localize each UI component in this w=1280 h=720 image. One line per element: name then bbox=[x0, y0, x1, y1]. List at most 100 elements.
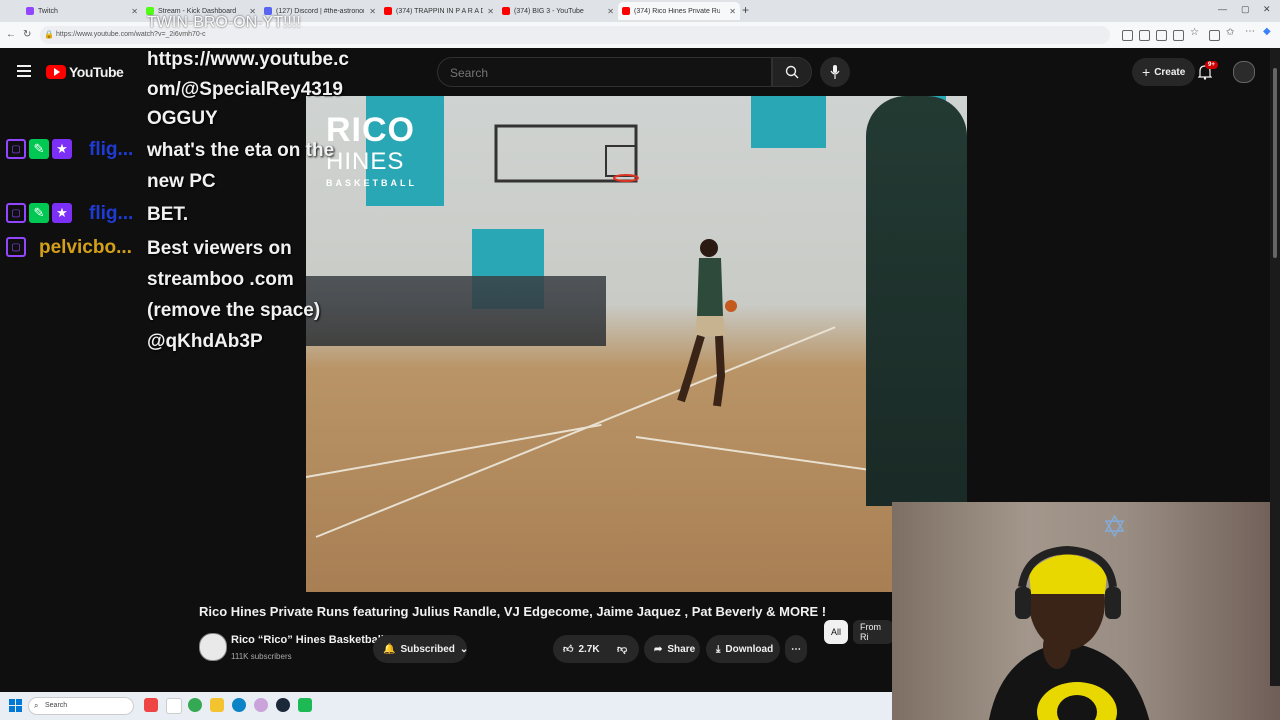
account-avatar[interactable] bbox=[1233, 61, 1255, 83]
settings-app-icon[interactable] bbox=[254, 698, 268, 712]
windows-start-icon[interactable] bbox=[9, 699, 22, 712]
more-actions-button[interactable]: ⋯ bbox=[785, 635, 807, 663]
create-button[interactable]: + Create bbox=[1132, 58, 1196, 86]
search-icon: ⌕ bbox=[34, 701, 39, 710]
download-button[interactable]: ⤓ Download bbox=[706, 635, 780, 663]
taskbar-search-placeholder: Search bbox=[45, 702, 68, 709]
tab-label: (374) Rico Hines Private Run... bbox=[634, 7, 720, 15]
video-player[interactable]: RICO HINES BASKETBALL bbox=[306, 96, 967, 592]
search-icon bbox=[785, 65, 799, 79]
office-app-icon[interactable] bbox=[144, 698, 158, 712]
filter-chip-all[interactable]: All bbox=[824, 620, 849, 644]
rico-hines-watermark: RICO HINES BASKETBALL bbox=[326, 111, 417, 188]
close-tab-icon[interactable]: ✕ bbox=[487, 7, 494, 16]
read-aloud-icon[interactable] bbox=[1173, 30, 1184, 41]
chat-message-line: @qKhdAb3P bbox=[147, 331, 263, 352]
star-badge-icon: ★ bbox=[52, 203, 72, 223]
file-explorer-icon[interactable] bbox=[210, 698, 224, 712]
close-tab-icon[interactable]: ✕ bbox=[131, 7, 138, 16]
zoom-icon[interactable] bbox=[1156, 30, 1167, 41]
dislike-button[interactable]: 👎︎ bbox=[607, 635, 639, 663]
share-button[interactable]: ➦ Share bbox=[644, 635, 700, 663]
subscriber-count: 111K subscribers bbox=[231, 652, 292, 661]
foreground-person bbox=[866, 96, 967, 506]
youtube-favicon-icon bbox=[384, 7, 392, 15]
chat-username: pelvicbo... bbox=[39, 237, 132, 258]
youtube-favicon-icon bbox=[622, 7, 630, 15]
page-scrollbar[interactable] bbox=[1270, 48, 1280, 686]
video-title: Rico Hines Private Runs featuring Julius… bbox=[199, 604, 827, 619]
chat-message-line: om/@SpecialRey4319 bbox=[147, 79, 343, 100]
chat-message-line: Best viewers on bbox=[147, 238, 292, 259]
green-app-icon[interactable] bbox=[298, 698, 312, 712]
twitch-badge-icon: ▢ bbox=[6, 139, 26, 159]
refresh-icon[interactable]: ↻ bbox=[23, 29, 31, 40]
twitch-badge-icon: ▢ bbox=[6, 237, 26, 257]
split-screen-icon[interactable] bbox=[1209, 30, 1220, 41]
filter-chip-from-channel[interactable]: From Ri bbox=[853, 620, 893, 644]
spectators bbox=[306, 276, 606, 346]
browser-tab-twitch[interactable]: Twitch ✕ bbox=[22, 2, 142, 20]
chat-message-line: new PC bbox=[147, 171, 216, 192]
like-button[interactable]: 👍︎ 2.7K bbox=[553, 635, 607, 663]
new-tab-button[interactable]: + bbox=[742, 3, 749, 17]
chat-badges: ▢ ✎ ★ bbox=[6, 139, 72, 159]
chat-badges: ▢ bbox=[6, 237, 26, 257]
google-app-icon[interactable] bbox=[166, 698, 182, 714]
close-tab-icon[interactable]: ✕ bbox=[607, 7, 614, 16]
wall-panel bbox=[751, 96, 826, 148]
more-menu-icon[interactable]: ⋯ bbox=[1245, 26, 1255, 37]
steam-app-icon[interactable] bbox=[276, 698, 290, 712]
thumbs-up-icon: 👍︎ bbox=[563, 644, 574, 655]
court-line bbox=[635, 436, 894, 475]
lock-icon: 🔒 bbox=[44, 30, 54, 39]
sword-badge-icon: ✎ bbox=[29, 203, 49, 223]
close-window-icon[interactable]: ✕ bbox=[1263, 4, 1271, 15]
search-button[interactable] bbox=[772, 57, 812, 87]
copilot-icon[interactable]: ◆ bbox=[1263, 26, 1271, 37]
edge-app-icon[interactable] bbox=[232, 698, 246, 712]
subscribed-button[interactable]: 🔔 Subscribed ⌄ bbox=[373, 635, 468, 663]
browser-tab-youtube-2[interactable]: (374) BIG 3 - YouTube ✕ bbox=[498, 2, 618, 20]
share-label: Share bbox=[667, 643, 696, 655]
thumbs-down-icon: 👎︎ bbox=[617, 644, 628, 655]
favorites-icon[interactable]: ✩ bbox=[1226, 27, 1234, 38]
minimize-icon[interactable]: — bbox=[1218, 4, 1227, 14]
court-line bbox=[306, 423, 602, 478]
chrome-app-icon[interactable] bbox=[188, 698, 202, 712]
youtube-play-icon bbox=[46, 65, 66, 79]
chat-message-line: BET. bbox=[147, 204, 189, 225]
browser-tab-youtube-1[interactable]: (374) TRAPPIN IN P A R A D I S... ✕ bbox=[380, 2, 498, 20]
close-tab-icon[interactable]: ✕ bbox=[369, 7, 376, 16]
share-icon: ➦ bbox=[654, 643, 663, 655]
favorite-star-icon[interactable]: ☆ bbox=[1190, 27, 1199, 38]
sword-badge-icon: ✎ bbox=[29, 139, 49, 159]
basketball-hoop-icon bbox=[494, 124, 639, 183]
microphone-icon bbox=[830, 65, 840, 79]
chat-message-line: OGGUY bbox=[147, 108, 218, 129]
search-input[interactable] bbox=[448, 65, 752, 81]
maximize-icon[interactable]: ▢ bbox=[1241, 4, 1250, 15]
youtube-logo[interactable]: YouTube bbox=[46, 64, 124, 80]
taskbar-search[interactable]: ⌕ Search bbox=[28, 697, 134, 715]
browser-tab-youtube-active[interactable]: (374) Rico Hines Private Run... ✕ bbox=[618, 2, 740, 20]
subscribed-label: Subscribed bbox=[400, 643, 455, 655]
scrollbar-thumb[interactable] bbox=[1273, 68, 1277, 258]
translate-icon[interactable] bbox=[1139, 30, 1150, 41]
basketball-player bbox=[677, 239, 737, 407]
close-tab-icon[interactable]: ✕ bbox=[729, 7, 736, 16]
voice-search-button[interactable] bbox=[820, 57, 850, 87]
chat-message-line: what's the eta on the bbox=[147, 140, 335, 161]
star-badge-icon: ★ bbox=[52, 139, 72, 159]
menu-icon[interactable] bbox=[17, 65, 31, 80]
channel-avatar[interactable] bbox=[199, 633, 227, 661]
chat-badges: ▢ ✎ ★ bbox=[6, 203, 72, 223]
extension-icon[interactable] bbox=[1122, 30, 1133, 41]
channel-name[interactable]: Rico “Rico” Hines Basketball bbox=[231, 634, 384, 646]
create-label: Create bbox=[1154, 66, 1186, 78]
back-icon[interactable]: ← bbox=[6, 29, 16, 40]
search-box bbox=[437, 57, 772, 87]
tab-label: (374) TRAPPIN IN P A R A D I S... bbox=[396, 7, 484, 15]
chat-message-line: https://www.youtube.c bbox=[147, 49, 349, 70]
tab-label: Twitch bbox=[38, 7, 58, 15]
